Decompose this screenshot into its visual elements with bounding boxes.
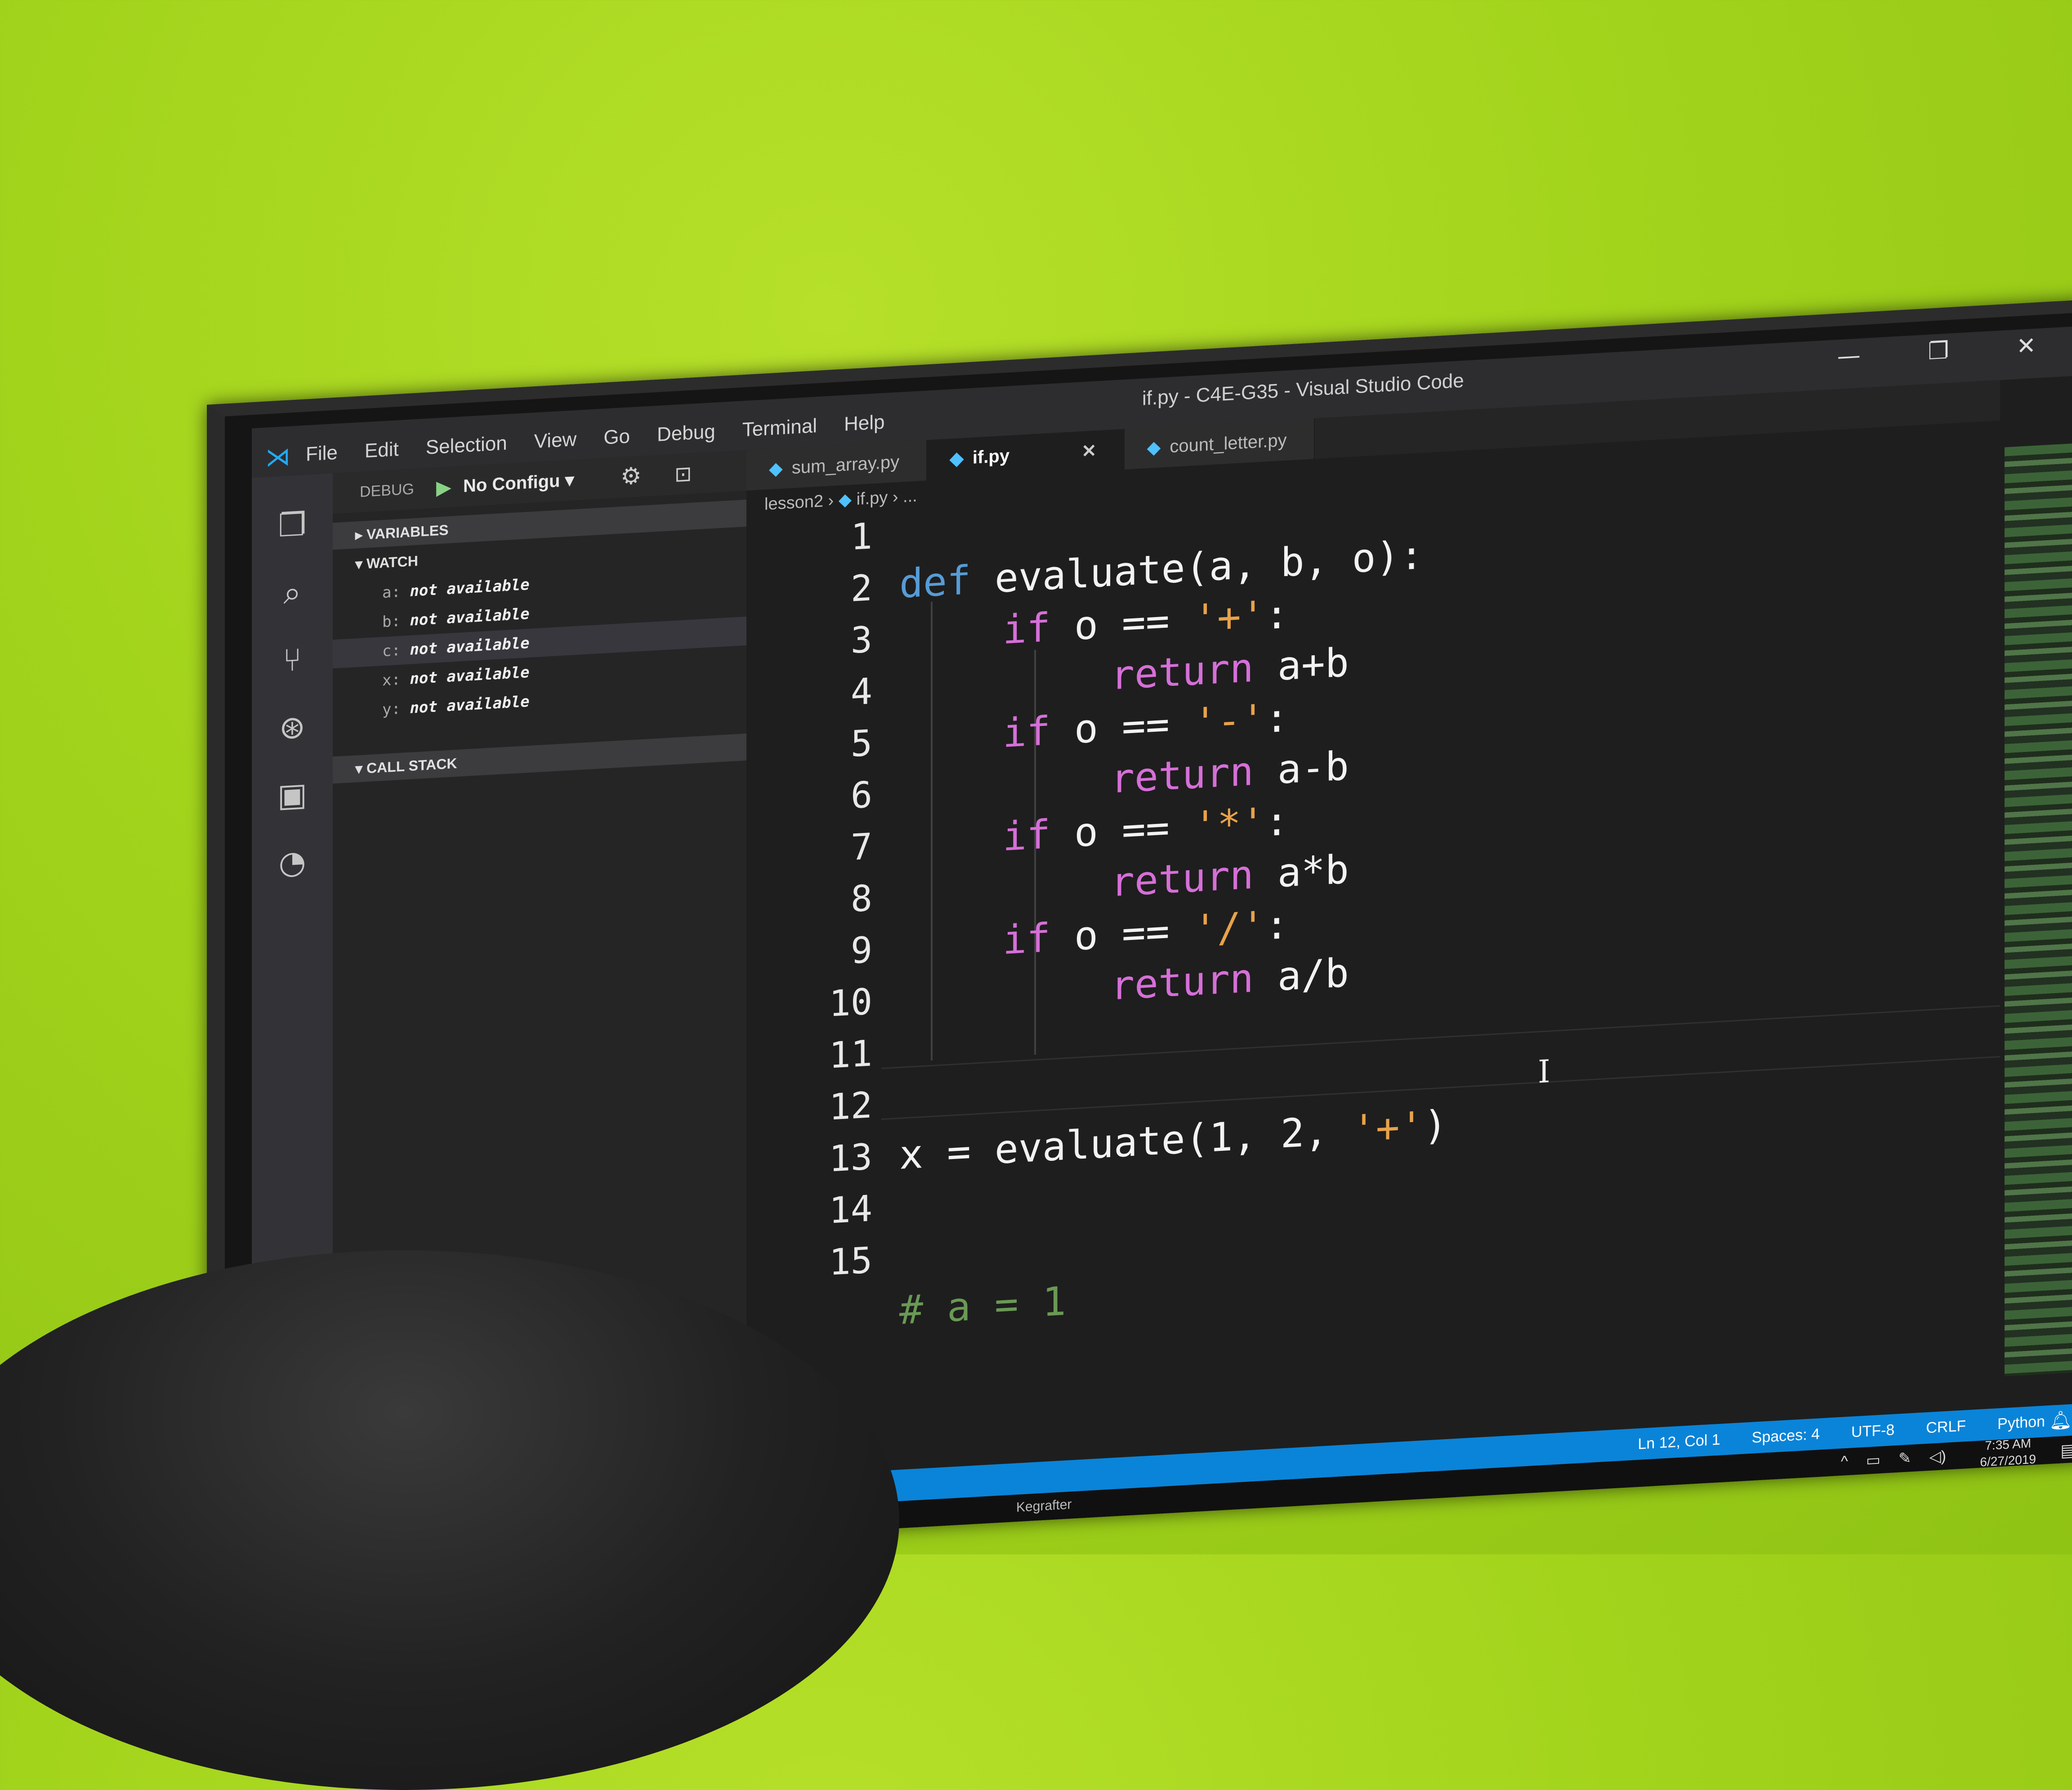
close-button[interactable]: ✕ <box>2016 332 2036 360</box>
menu-view[interactable]: View <box>534 428 577 453</box>
code-line-2: def evaluate(a, b, o): <box>899 531 1424 607</box>
live-share-icon[interactable]: ◔ <box>274 843 310 882</box>
code-line-16: # a = 1 <box>899 1278 1066 1334</box>
python-file-icon: ◆ <box>1147 437 1161 458</box>
breadcrumb-more[interactable]: ... <box>903 487 917 506</box>
menu-file[interactable]: File <box>306 442 338 466</box>
taskbar-clock[interactable]: 7:35 AM 6/27/2019 <box>1980 1435 2036 1471</box>
gear-icon[interactable]: ⚙ <box>621 462 642 491</box>
minimap[interactable] <box>2005 443 2072 1377</box>
status-cursor-position[interactable]: Ln 12, Col 1 <box>1638 1424 1720 1460</box>
notification-bell-icon[interactable]: 🔔︎ <box>2049 1404 2072 1437</box>
taskbar-app[interactable]: Kegrafter <box>1016 1497 1072 1515</box>
volume-icon[interactable]: ◁) <box>1929 1447 1946 1466</box>
breadcrumb-folder[interactable]: lesson2 <box>764 492 823 514</box>
status-language[interactable]: Python <box>1997 1405 2045 1440</box>
chevron-up-icon[interactable]: ^ <box>1841 1453 1848 1471</box>
status-encoding[interactable]: UTF-8 <box>1851 1414 1894 1448</box>
status-eol[interactable]: CRLF <box>1926 1410 1966 1444</box>
line-number: 15 <box>829 1239 872 1284</box>
line-number: 3 <box>850 618 872 662</box>
text-cursor-icon: I <box>1538 1052 1550 1091</box>
code-line-4: return a+b <box>1111 639 1349 699</box>
line-number: 10 <box>829 980 872 1025</box>
debug-icon[interactable]: ⊛ <box>274 708 310 747</box>
code-line-10: return a/b <box>1111 949 1349 1009</box>
vscode-logo-icon: ⋊ <box>265 442 290 473</box>
menu-terminal[interactable]: Terminal <box>742 415 817 441</box>
breadcrumb: lesson2 › ◆ if.py › ... <box>764 486 917 514</box>
menu-help[interactable]: Help <box>844 411 885 436</box>
line-number: 12 <box>829 1084 872 1128</box>
source-control-icon[interactable]: ⑂ <box>274 641 310 679</box>
code-line-7: if o == '*': <box>1003 797 1289 860</box>
menu-go[interactable]: Go <box>603 425 630 449</box>
explorer-icon[interactable]: ❐ <box>274 506 310 545</box>
line-number: 11 <box>829 1032 872 1077</box>
menu-edit[interactable]: Edit <box>365 438 399 462</box>
restore-button[interactable]: ❐ <box>1928 337 1949 365</box>
call-stack-section-header[interactable]: ▾ CALL STACK <box>333 733 746 784</box>
play-icon[interactable]: ▶ <box>436 476 451 500</box>
minimize-button[interactable]: — <box>1837 342 1861 370</box>
close-tab-icon[interactable]: ✕ <box>1081 441 1097 461</box>
line-number: 8 <box>850 877 872 920</box>
window-title: if.py - C4E-G35 - Visual Studio Code <box>1142 369 1464 410</box>
line-number: 2 <box>850 567 872 610</box>
menu-selection[interactable]: Selection <box>426 432 507 459</box>
breadcrumb-file[interactable]: if.py <box>857 488 888 509</box>
config-select[interactable]: No Configu ▾ <box>463 470 574 497</box>
line-number: 13 <box>829 1136 872 1180</box>
line-number: 7 <box>850 825 872 868</box>
window-controls: — ❐ ✕ <box>1837 332 2036 371</box>
line-number: 1 <box>850 515 872 558</box>
indent-guide <box>931 601 933 1061</box>
python-file-icon: ◆ <box>838 490 852 510</box>
code-line-5: if o == '-': <box>1003 694 1289 757</box>
network-icon[interactable]: ▭ <box>1866 1451 1880 1470</box>
python-file-icon: ◆ <box>769 458 783 479</box>
code-line-3: if o == '+': <box>1003 591 1289 653</box>
line-number: 14 <box>829 1187 872 1232</box>
code-line-9: if o == '/': <box>1003 901 1289 964</box>
code-line-8: return a*b <box>1111 846 1349 906</box>
menu-debug[interactable]: Debug <box>657 421 715 446</box>
search-icon[interactable]: ⌕ <box>274 573 310 611</box>
line-number: 5 <box>850 722 872 765</box>
pen-icon[interactable]: ✎ <box>1898 1449 1911 1468</box>
python-file-icon: ◆ <box>950 448 964 469</box>
extensions-icon[interactable]: ▣ <box>274 776 310 814</box>
line-number-gutter: 1 2 3 4 5 6 7 8 9 10 11 12 13 14 15 <box>746 515 872 1283</box>
debug-label: DEBUG <box>360 480 414 501</box>
clock-date: 6/27/2019 <box>1980 1452 2036 1469</box>
action-center-icon[interactable]: ▤ <box>2060 1440 2072 1461</box>
terminal-icon[interactable]: ⊡ <box>674 461 692 487</box>
status-indentation[interactable]: Spaces: 4 <box>1752 1418 1820 1453</box>
system-tray: ^ ▭ ✎ ◁) <box>1841 1447 1946 1471</box>
line-number: 9 <box>850 929 872 972</box>
line-number: 4 <box>850 670 872 713</box>
code-line-6: return a-b <box>1111 743 1349 802</box>
code-editor[interactable]: 1 2 3 4 5 6 7 8 9 10 11 12 13 14 15 def … <box>746 452 2000 1478</box>
line-number: 6 <box>850 774 872 817</box>
